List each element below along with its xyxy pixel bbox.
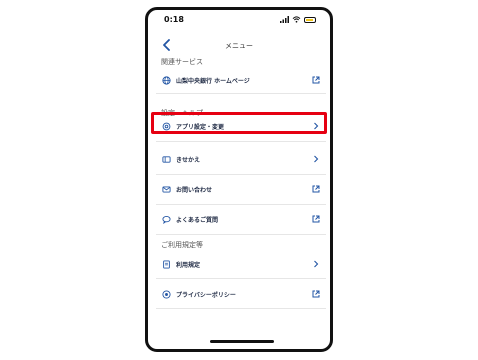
globe-icon xyxy=(162,75,171,85)
divider xyxy=(156,93,326,94)
wifi-icon xyxy=(292,16,301,23)
menu-item-homepage[interactable]: 山梨中央銀行 ホームページ xyxy=(156,69,326,91)
menu-item-kisekae[interactable]: きせかえ xyxy=(156,148,326,170)
status-icons xyxy=(280,16,316,23)
section-header-related: 関連サービス xyxy=(161,58,203,66)
section-header-terms: ご利用規定等 xyxy=(161,241,203,249)
menu-item-label: よくあるご質問 xyxy=(176,216,219,224)
divider xyxy=(156,278,326,279)
phone-frame: 0:18 メニュー 関連サービス 山梨中央銀行 ホームページ 設定・ヘルプ アプ… xyxy=(145,7,333,352)
menu-item-label: お問い合わせ xyxy=(176,186,213,194)
signal-icon xyxy=(280,16,289,23)
status-time: 0:18 xyxy=(164,15,184,24)
divider xyxy=(156,141,326,142)
document-icon xyxy=(162,259,171,269)
privacy-icon xyxy=(162,289,171,299)
divider xyxy=(156,204,326,205)
menu-item-label: 利用規定 xyxy=(176,261,201,269)
theme-card-icon xyxy=(162,155,171,164)
divider xyxy=(156,174,326,175)
battery-icon xyxy=(304,16,316,23)
menu-item-privacy[interactable]: プライバシーポリシー xyxy=(156,283,326,305)
faq-bubble-icon xyxy=(162,215,171,224)
external-link-icon xyxy=(312,76,320,84)
divider xyxy=(156,308,326,309)
menu-item-label: プライバシーポリシー xyxy=(176,291,236,299)
divider xyxy=(156,234,326,235)
home-indicator[interactable] xyxy=(210,340,274,343)
chevron-right-icon xyxy=(312,260,320,268)
external-link-icon xyxy=(312,290,320,298)
menu-item-contact[interactable]: お問い合わせ xyxy=(156,178,326,200)
mail-icon xyxy=(162,185,171,194)
nav-bar: メニュー xyxy=(148,36,330,56)
page-title: メニュー xyxy=(225,42,253,50)
status-bar: 0:18 xyxy=(148,10,330,32)
menu-item-terms-of-use[interactable]: 利用規定 xyxy=(156,253,326,275)
menu-item-faq[interactable]: よくあるご質問 xyxy=(156,208,326,230)
external-link-icon xyxy=(312,215,320,223)
external-link-icon xyxy=(312,185,320,193)
menu-item-label: きせかえ xyxy=(176,156,201,164)
chevron-right-icon xyxy=(312,155,320,163)
highlight-box xyxy=(151,112,327,134)
menu-item-label: 山梨中央銀行 ホームページ xyxy=(176,77,250,85)
